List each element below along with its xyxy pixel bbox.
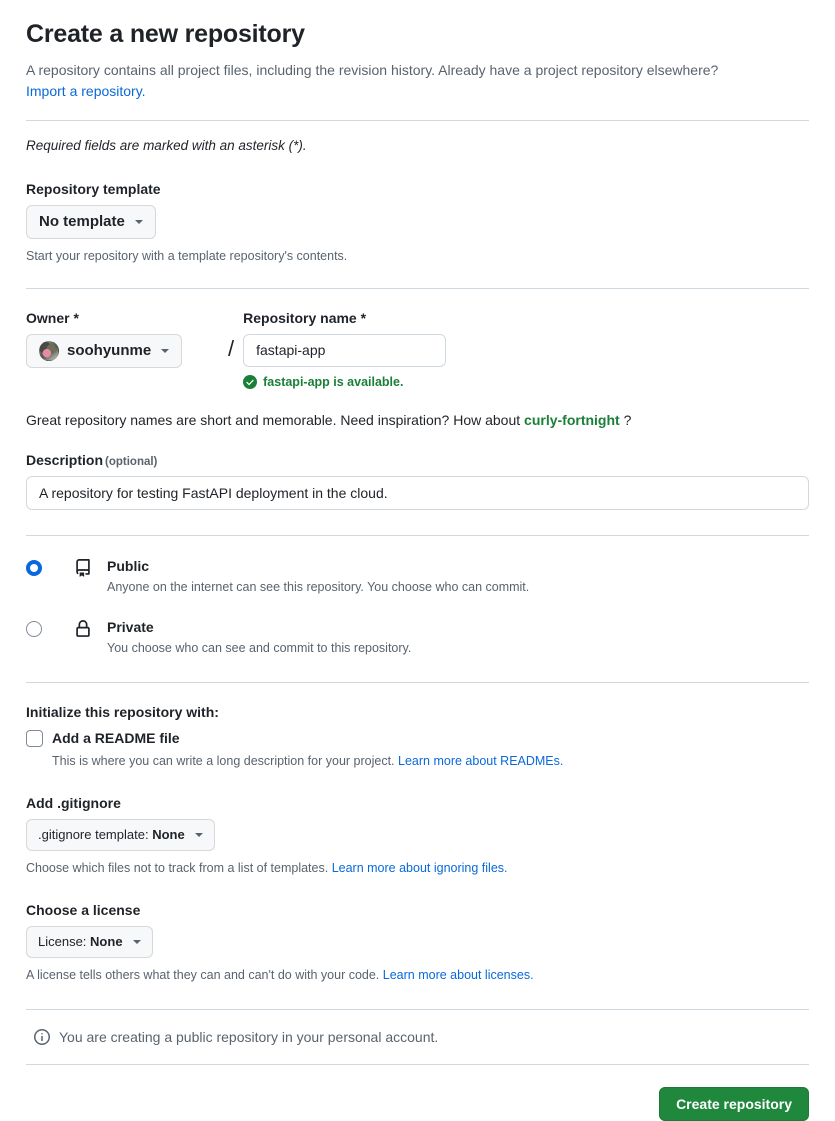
inspiration-prefix: Great repository names are short and mem… (26, 411, 521, 428)
repository-template-selected-value: No template (39, 212, 125, 230)
readme-learn-more-link[interactable]: Learn more about READMEs. (398, 754, 563, 768)
description-input[interactable] (26, 475, 809, 510)
readme-label: Add a README file (52, 730, 180, 747)
form-actions: Create repository (26, 1065, 809, 1121)
owner-name: soohyunme (67, 341, 152, 359)
repository-template-section: Repository template No template Start yo… (26, 181, 809, 266)
description-section: Description (optional) (26, 452, 809, 510)
license-learn-more-link[interactable]: Learn more about licenses. (383, 968, 534, 982)
description-optional-tag: (optional) (105, 455, 158, 468)
gitignore-select-value: None (152, 827, 185, 843)
gitignore-select-prefix: .gitignore template: (38, 827, 149, 843)
visibility-option-private[interactable]: Private You choose who can see and commi… (26, 615, 809, 660)
repository-name-label: Repository name * (243, 309, 367, 326)
visibility-private-description: You choose who can see and commit to thi… (107, 640, 412, 655)
gitignore-hint-text: Choose which files not to track from a l… (26, 861, 329, 876)
divider-template (26, 287, 809, 289)
visibility-section: Public Anyone on the internet can see th… (26, 554, 809, 660)
page-subtitle: A repository contains all project files,… (26, 60, 809, 103)
info-icon (34, 1028, 50, 1045)
chevron-down-icon (134, 219, 143, 224)
account-info-text: You are creating a public repository in … (59, 1028, 439, 1045)
avatar (39, 340, 59, 361)
page-title: Create a new repository (26, 20, 305, 48)
gitignore-section: Add .gitignore .gitignore template: None… (26, 795, 809, 878)
visibility-private-text: Private You choose who can see and commi… (107, 618, 411, 657)
inspiration-suffix: ? (623, 411, 632, 428)
license-section: Choose a license License: None A license… (26, 902, 809, 985)
license-hint-text: A license tells others what they can and… (26, 968, 380, 983)
license-label: Choose a license (26, 902, 141, 919)
owner-select[interactable]: soohyunme (26, 333, 183, 368)
chevron-down-icon (194, 833, 203, 838)
gitignore-selected: .gitignore template: None (38, 825, 185, 845)
repository-availability: fastapi-app is available. (243, 374, 809, 389)
repository-template-hint: Start your repository with a template re… (26, 248, 348, 263)
visibility-public-title: Public (107, 557, 150, 574)
gitignore-learn-more-link[interactable]: Learn more about ignoring files. (332, 861, 508, 875)
import-repository-link[interactable]: Import a repository. (26, 83, 146, 99)
gitignore-label: Add .gitignore (26, 795, 121, 812)
repository-availability-text: fastapi-app is available. (263, 374, 404, 389)
divider-visibility (26, 681, 809, 683)
initialize-title: Initialize this repository with: (26, 703, 219, 720)
description-label: Description (optional) (26, 452, 809, 468)
repository-name-column: Repository name * fastapi-app is availab… (243, 310, 809, 389)
license-select-value: None (90, 934, 123, 950)
radio-public[interactable] (26, 559, 42, 576)
repository-template-select[interactable]: No template (26, 204, 156, 239)
owner-name-separator: / (228, 335, 235, 361)
divider-description (26, 534, 809, 536)
visibility-public-description: Anyone on the internet can see this repo… (107, 579, 530, 594)
gitignore-hint: Choose which files not to track from a l… (26, 859, 809, 878)
readme-row[interactable]: Add a README file (26, 729, 809, 747)
license-hint: A license tells others what they can and… (26, 966, 809, 985)
license-select-prefix: License: (38, 934, 87, 950)
radio-private[interactable] (26, 620, 42, 637)
description-label-text: Description (26, 451, 104, 468)
owner-name-row: Owner * soohyunme / Repository name * fa… (26, 310, 809, 389)
initialize-section: Initialize this repository with: Add a R… (26, 704, 809, 771)
chevron-down-icon (132, 940, 141, 945)
license-selected: License: None (38, 932, 123, 952)
divider-header (26, 119, 809, 121)
visibility-public-text: Public Anyone on the internet can see th… (107, 557, 529, 596)
check-circle-icon (243, 374, 258, 389)
readme-hint: This is where you can write a long descr… (52, 752, 809, 771)
repository-name-input[interactable] (243, 333, 447, 367)
account-info-note: You are creating a public repository in … (26, 1010, 809, 1045)
gitignore-select[interactable]: .gitignore template: None (26, 819, 215, 852)
inspiration-suggestion[interactable]: curly-fortnight (524, 412, 620, 428)
owner-and-name-section: Owner * soohyunme / Repository name * fa… (26, 310, 809, 431)
owner-label: Owner * (26, 309, 79, 326)
readme-hint-text: This is where you can write a long descr… (52, 753, 395, 768)
lock-icon (76, 619, 90, 637)
create-repository-button[interactable]: Create repository (659, 1086, 809, 1121)
visibility-option-public[interactable]: Public Anyone on the internet can see th… (26, 554, 809, 599)
owner-column: Owner * soohyunme (26, 310, 219, 368)
visibility-private-title: Private (107, 618, 154, 635)
repo-icon (76, 558, 90, 577)
required-fields-note: Required fields are marked with an aster… (26, 137, 307, 153)
inspiration-text: Great repository names are short and mem… (26, 410, 809, 431)
repository-template-label: Repository template (26, 180, 161, 197)
readme-checkbox[interactable] (26, 729, 43, 747)
page-subtitle-text: A repository contains all project files,… (26, 61, 719, 78)
chevron-down-icon (161, 348, 170, 353)
license-select[interactable]: License: None (26, 926, 153, 959)
create-repository-page: Create a new repository A repository con… (0, 18, 835, 1121)
